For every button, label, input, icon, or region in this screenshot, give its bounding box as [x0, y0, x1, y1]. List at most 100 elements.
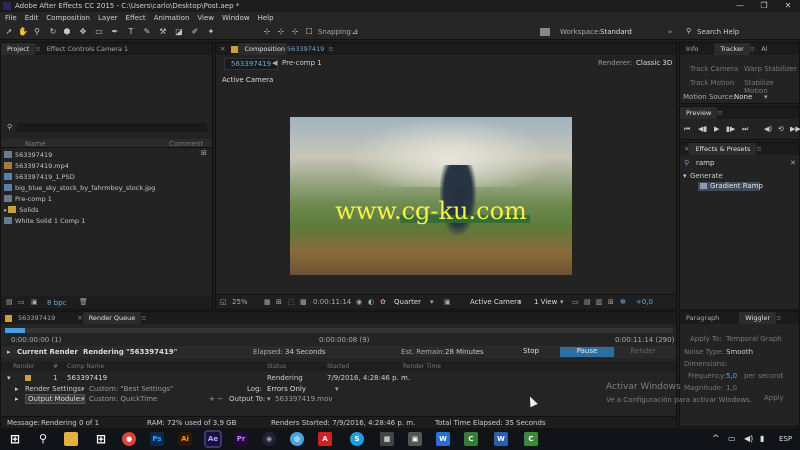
chevron-right-icon[interactable]: ▸ [7, 348, 11, 356]
world-axis-icon[interactable]: ⊹ [276, 27, 286, 37]
minimize-button[interactable]: — [728, 0, 752, 12]
store-icon[interactable]: ⊞ [94, 432, 108, 446]
mute-audio-icon[interactable]: ◀) [764, 125, 772, 133]
tab-align[interactable]: Al [755, 43, 773, 55]
chevron-down-icon[interactable]: ▾ [560, 298, 564, 306]
tab-info[interactable]: Info [680, 43, 704, 55]
acrobat-icon[interactable]: A [318, 432, 332, 446]
project-search-input[interactable] [17, 123, 207, 132]
search-icon[interactable]: ⚲ [36, 432, 50, 446]
rectangle-tool-icon[interactable]: ▭ [94, 27, 104, 37]
output-to-value[interactable]: 563397419.mov [275, 395, 333, 403]
view-axis-icon[interactable]: ⊹ [290, 27, 300, 37]
network-icon[interactable]: ▮ [760, 434, 764, 443]
render-button[interactable]: Render [623, 347, 663, 357]
chevron-right-icon[interactable]: ▸ [15, 385, 19, 393]
apply-to-dropdown[interactable]: Temporal Graph [726, 335, 782, 343]
gradient-ramp-effect[interactable]: Gradient Ramp [710, 182, 763, 190]
last-frame-icon[interactable]: ⏭ [742, 125, 748, 134]
show-snapshot-icon[interactable]: ◐ [368, 298, 374, 306]
new-composition-icon[interactable]: ▣ [31, 298, 38, 306]
premiere-icon[interactable]: Pr [234, 432, 248, 446]
flowchart-icon[interactable]: ⊞ [608, 298, 614, 306]
tab-composition[interactable]: Composition [238, 43, 288, 55]
project-item[interactable]: 563397419_1.PSD [1, 172, 201, 182]
project-item[interactable]: ▸ Solids [1, 205, 201, 215]
tab-timeline[interactable]: 563397419 [12, 312, 61, 324]
menu-window[interactable]: Window [222, 14, 250, 22]
chevron-right-icon[interactable]: ▸ [15, 395, 19, 403]
maximize-button[interactable]: ❐ [752, 0, 776, 12]
local-axis-icon[interactable]: ⊹ [262, 27, 272, 37]
project-item[interactable]: Pre-comp 1 [1, 194, 201, 204]
column-name[interactable]: Name [25, 140, 46, 148]
clone-stamp-tool-icon[interactable]: ⚒ [158, 27, 168, 37]
puppet-tool-icon[interactable]: ✦ [206, 27, 216, 37]
menu-effect[interactable]: Effect [126, 14, 146, 22]
chevron-down-icon[interactable]: ▾ [81, 385, 85, 393]
loop-icon[interactable]: ⟲ [778, 125, 784, 133]
chevron-down-icon[interactable]: ▾ [267, 395, 271, 403]
clear-search-icon[interactable]: ✕ [790, 159, 796, 167]
breadcrumb-comp[interactable]: 563397419 [224, 58, 279, 70]
camtasia-icon[interactable]: C [464, 432, 478, 446]
menu-animation[interactable]: Animation [154, 14, 190, 22]
type-tool-icon[interactable]: T [126, 27, 136, 37]
tab-tracker[interactable]: Tracker [714, 43, 750, 55]
eraser-tool-icon[interactable]: ◪ [174, 27, 184, 37]
renderer-value[interactable]: Classic 3D [636, 59, 672, 67]
photoshop-icon[interactable]: Ps [150, 432, 164, 446]
fast-preview-icon[interactable]: ▤ [584, 298, 591, 306]
new-folder-icon[interactable]: ▭ [18, 298, 25, 306]
trash-icon[interactable]: 🗑 [79, 298, 88, 306]
timeline-icon[interactable]: ▥ [596, 298, 603, 306]
tab-effect-controls[interactable]: Effect Controls Camera 1 [41, 43, 134, 55]
notifications-icon[interactable]: ▭ [728, 434, 736, 443]
column-render-time[interactable]: Render Time [403, 363, 441, 370]
after-effects-icon[interactable]: Ae [204, 430, 222, 448]
workspace-menu-icon[interactable]: » [668, 28, 672, 36]
channel-icon[interactable]: ✿ [380, 298, 386, 306]
column-status[interactable]: Status [267, 363, 286, 370]
chevron-down-icon[interactable]: ▾ [7, 374, 11, 382]
snapshot-icon[interactable]: ◉ [356, 298, 362, 306]
effects-search-input[interactable]: ramp [696, 159, 714, 167]
pause-button[interactable]: Pause [560, 347, 614, 357]
chrome-icon[interactable]: ● [122, 432, 136, 446]
generate-category[interactable]: Generate [690, 172, 723, 180]
column-started[interactable]: Started [327, 363, 349, 370]
chevron-right-icon[interactable]: ▸ [4, 206, 7, 214]
always-preview-icon[interactable]: ◱ [220, 298, 227, 306]
breadcrumb-precomp[interactable]: Pre-comp 1 [282, 59, 322, 67]
render-queue-item[interactable]: ▾ 1 563397419 Rendering 7/9/2016, 4:28:4… [1, 373, 676, 383]
skype-icon[interactable]: S [350, 432, 364, 446]
camera-tool-icon[interactable]: ⬢ [62, 27, 72, 37]
workspace-dropdown[interactable]: Standard [600, 28, 632, 36]
column-comp-name[interactable]: Comp Name [67, 363, 104, 370]
panel-menu-icon[interactable]: ≡ [776, 314, 781, 322]
camtasia-icon[interactable]: C [524, 432, 538, 446]
pan-behind-tool-icon[interactable]: ✥ [78, 27, 88, 37]
word-icon[interactable]: W [494, 432, 508, 446]
column-render[interactable]: Render [13, 363, 34, 370]
snapping-checkbox[interactable]: ☐ [304, 27, 314, 37]
rotate-tool-icon[interactable]: ↻ [48, 27, 58, 37]
menu-help[interactable]: Help [258, 14, 274, 22]
composition-viewer[interactable]: www.cg-ku.com [290, 117, 572, 275]
panel-menu-icon[interactable]: ≡ [717, 109, 722, 117]
frequency-value[interactable]: 5,0 [726, 372, 737, 380]
chevron-down-icon[interactable]: ▾ [335, 385, 339, 393]
volume-icon[interactable]: ◀) [744, 434, 753, 443]
panel-menu-icon[interactable]: ≡ [328, 45, 333, 53]
tab-project[interactable]: Project [1, 43, 36, 55]
warp-stabilizer-button[interactable]: Warp Stabilizer [744, 65, 797, 73]
log-dropdown[interactable]: Errors Only [267, 385, 306, 393]
chevron-down-icon[interactable]: ▾ [81, 395, 85, 403]
illustrator-icon[interactable]: Ai [178, 432, 192, 446]
grid-icon[interactable]: ⊞ [276, 298, 282, 306]
tab-preview[interactable]: Preview [680, 107, 718, 119]
language-indicator[interactable]: ESP [779, 435, 792, 443]
calculator-icon[interactable]: ▦ [380, 432, 394, 446]
exposure-value[interactable]: +0,0 [636, 298, 653, 306]
pen-tool-icon[interactable]: ✒ [110, 27, 120, 37]
